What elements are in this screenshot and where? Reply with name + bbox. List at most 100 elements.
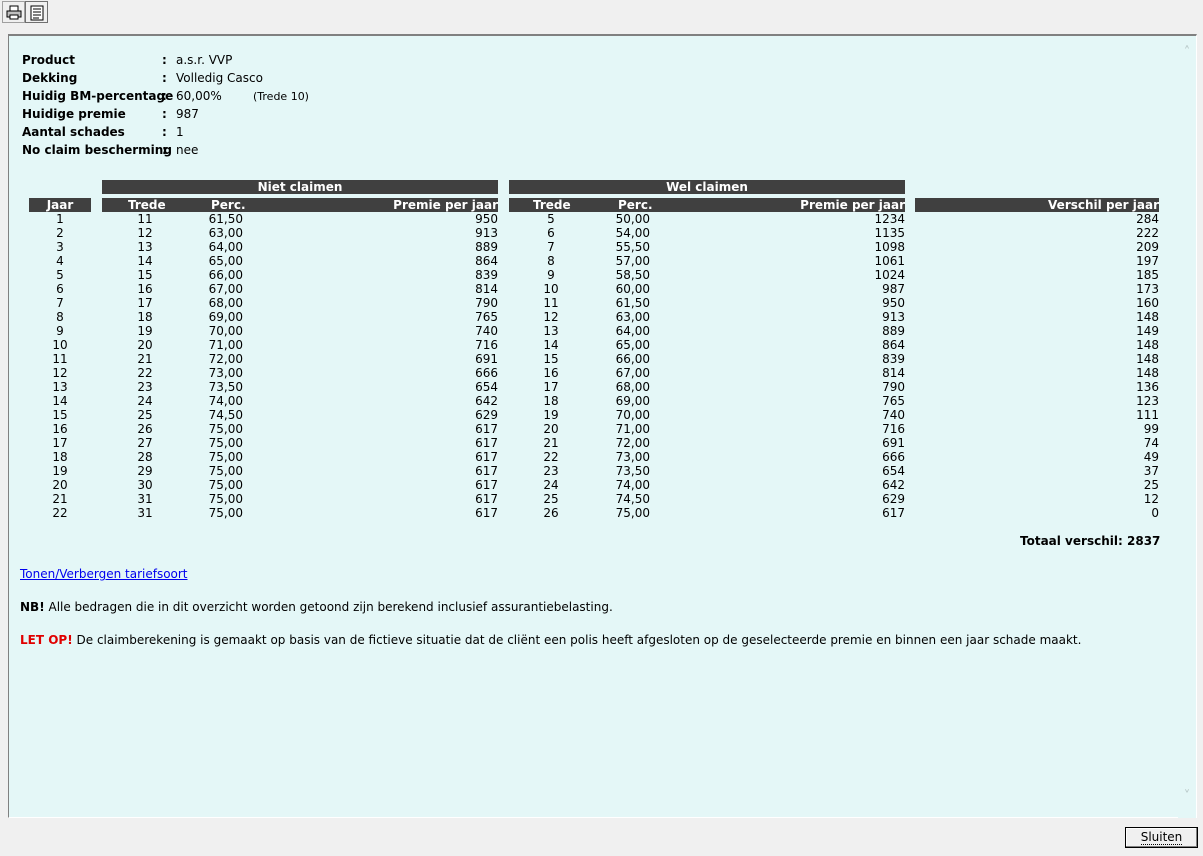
cell-verschil: 160 [1136, 296, 1159, 310]
cell-n-trede: 27 [137, 436, 153, 450]
cell-n-trede: 18 [137, 310, 153, 324]
info-colon: : [162, 107, 167, 121]
cell-jaar: 10 [52, 338, 68, 352]
cell-n-perc: 74,00 [208, 394, 243, 408]
cell-w-trede: 26 [543, 506, 559, 520]
cell-w-premie: 765 [882, 394, 905, 408]
info-row: Huidig BM-percentage:60,00% (Trede 10) [22, 89, 522, 107]
toolbar [0, 0, 1203, 26]
scroll-down-icon[interactable]: ˅ [1178, 788, 1196, 806]
cell-n-trede: 13 [137, 240, 153, 254]
table-row: 2 12 63,00 913 6 54,00 1135 222 [9, 226, 1179, 240]
col-header-wel-premie: Premie per jaar [800, 198, 905, 212]
table-row: 8 18 69,00 765 12 63,00 913 148 [9, 310, 1179, 324]
cell-jaar: 22 [52, 506, 68, 520]
table-row: 12 22 73,00 666 16 67,00 814 148 [9, 366, 1179, 380]
cell-w-premie: 654 [882, 464, 905, 478]
cell-w-perc: 55,50 [615, 240, 650, 254]
cell-n-perc: 73,50 [208, 380, 243, 394]
cell-jaar: 16 [52, 422, 68, 436]
cell-w-premie: 889 [882, 324, 905, 338]
info-value: a.s.r. VVP [176, 53, 233, 67]
cell-n-premie: 617 [475, 450, 498, 464]
cell-w-perc: 54,00 [615, 226, 650, 240]
cell-w-trede: 13 [543, 324, 559, 338]
claim-overview-panel: Product: a.s.r. VVP Dekking: Volledig Casco… [8, 34, 1197, 818]
cell-n-perc: 75,00 [208, 506, 243, 520]
list-button[interactable] [25, 1, 48, 23]
cell-w-perc: 74,00 [615, 478, 650, 492]
info-colon: : [162, 71, 167, 85]
col-header-jaar: Jaar [29, 198, 91, 212]
cell-w-premie: 913 [882, 310, 905, 324]
cell-w-trede: 6 [547, 226, 555, 240]
cell-n-perc: 75,00 [208, 422, 243, 436]
table-row: 5 15 66,00 839 9 58,50 1024 185 [9, 268, 1179, 282]
cell-w-trede: 5 [547, 212, 555, 226]
cell-n-premie: 740 [475, 324, 498, 338]
document-list-icon [30, 5, 44, 21]
cell-verschil: 197 [1136, 254, 1159, 268]
info-value: Volledig Casco [176, 71, 263, 85]
cell-n-perc: 66,00 [208, 268, 243, 282]
info-label: Aantal schades [22, 125, 125, 139]
cell-verschil: 74 [1143, 436, 1159, 450]
cell-jaar: 11 [52, 352, 68, 366]
cell-w-premie: 629 [882, 492, 905, 506]
col-header-wel-block: Trede Perc. Premie per jaar [509, 198, 905, 212]
info-colon: : [162, 125, 167, 139]
cell-n-perc: 63,00 [208, 226, 243, 240]
cell-verschil: 123 [1136, 394, 1159, 408]
table-row: 18 28 75,00 617 22 73,00 666 49 [9, 450, 1179, 464]
cell-n-premie: 889 [475, 240, 498, 254]
cell-n-perc: 75,00 [208, 436, 243, 450]
table-row: 3 13 64,00 889 7 55,50 1098 209 [9, 240, 1179, 254]
cell-n-perc: 71,00 [208, 338, 243, 352]
info-row: Huidige premie:987 [22, 107, 522, 125]
col-header-niet-block: Trede Perc. Premie per jaar [102, 198, 498, 212]
cell-n-trede: 12 [137, 226, 153, 240]
cell-n-premie: 716 [475, 338, 498, 352]
cell-n-trede: 14 [137, 254, 153, 268]
cell-w-perc: 66,00 [615, 352, 650, 366]
table-row: 11 21 72,00 691 15 66,00 839 148 [9, 352, 1179, 366]
cell-w-perc: 67,00 [615, 366, 650, 380]
cell-n-premie: 839 [475, 268, 498, 282]
policy-info: Product: a.s.r. VVP Dekking: Volledig Casco… [22, 53, 522, 161]
cell-w-trede: 16 [543, 366, 559, 380]
print-button[interactable] [2, 1, 25, 23]
close-button[interactable]: Sluiten [1125, 827, 1198, 848]
cell-n-trede: 22 [137, 366, 153, 380]
cell-n-perc: 69,00 [208, 310, 243, 324]
cell-jaar: 15 [52, 408, 68, 422]
table-row: 21 31 75,00 617 25 74,50 629 12 [9, 492, 1179, 506]
cell-w-trede: 14 [543, 338, 559, 352]
cell-n-trede: 11 [137, 212, 153, 226]
cell-w-perc: 60,00 [615, 282, 650, 296]
vertical-scrollbar[interactable]: ˄ ˅ [1178, 36, 1196, 818]
info-row: Product: a.s.r. VVP [22, 53, 522, 71]
cell-n-trede: 17 [137, 296, 153, 310]
cell-n-trede: 21 [137, 352, 153, 366]
cell-n-premie: 790 [475, 296, 498, 310]
cell-n-perc: 65,00 [208, 254, 243, 268]
cell-w-premie: 1061 [874, 254, 905, 268]
col-header-verschil: Verschil per jaar [915, 198, 1159, 212]
cell-verschil: 148 [1136, 310, 1159, 324]
toggle-tariefsoort-link[interactable]: Tonen/Verbergen tariefsoort [20, 567, 188, 581]
cell-verschil: 49 [1143, 450, 1159, 464]
cell-n-perc: 64,00 [208, 240, 243, 254]
cell-jaar: 13 [52, 380, 68, 394]
info-label: Dekking [22, 71, 78, 85]
cell-verschil: 37 [1143, 464, 1159, 478]
cell-n-premie: 814 [475, 282, 498, 296]
col-header-wel-perc: Perc. [618, 198, 653, 212]
cell-n-premie: 765 [475, 310, 498, 324]
table-row: 14 24 74,00 642 18 69,00 765 123 [9, 394, 1179, 408]
scroll-up-icon[interactable]: ˄ [1178, 44, 1196, 62]
cell-jaar: 5 [56, 268, 64, 282]
info-label: Huidige premie [22, 107, 126, 121]
cell-w-trede: 17 [543, 380, 559, 394]
table-row: 22 31 75,00 617 26 75,00 617 0 [9, 506, 1179, 520]
cell-jaar: 14 [52, 394, 68, 408]
